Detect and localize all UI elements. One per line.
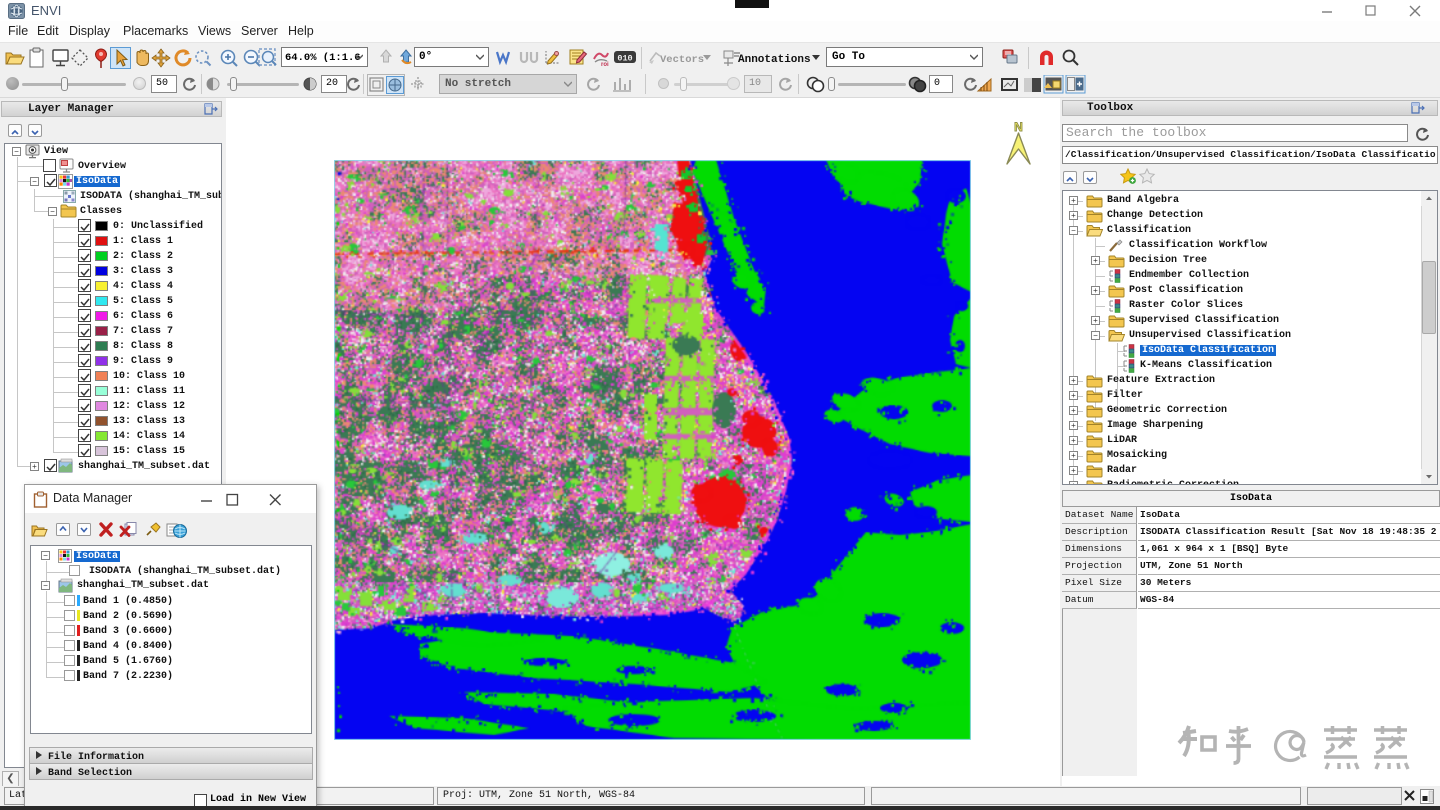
svg-text:Vectors: Vectors <box>660 54 704 66</box>
svg-text:Annotations: Annotations <box>738 54 811 66</box>
svg-text:010: 010 <box>617 54 632 64</box>
svg-text:N: N <box>1014 120 1023 134</box>
svg-text:roi: roi <box>601 62 609 68</box>
